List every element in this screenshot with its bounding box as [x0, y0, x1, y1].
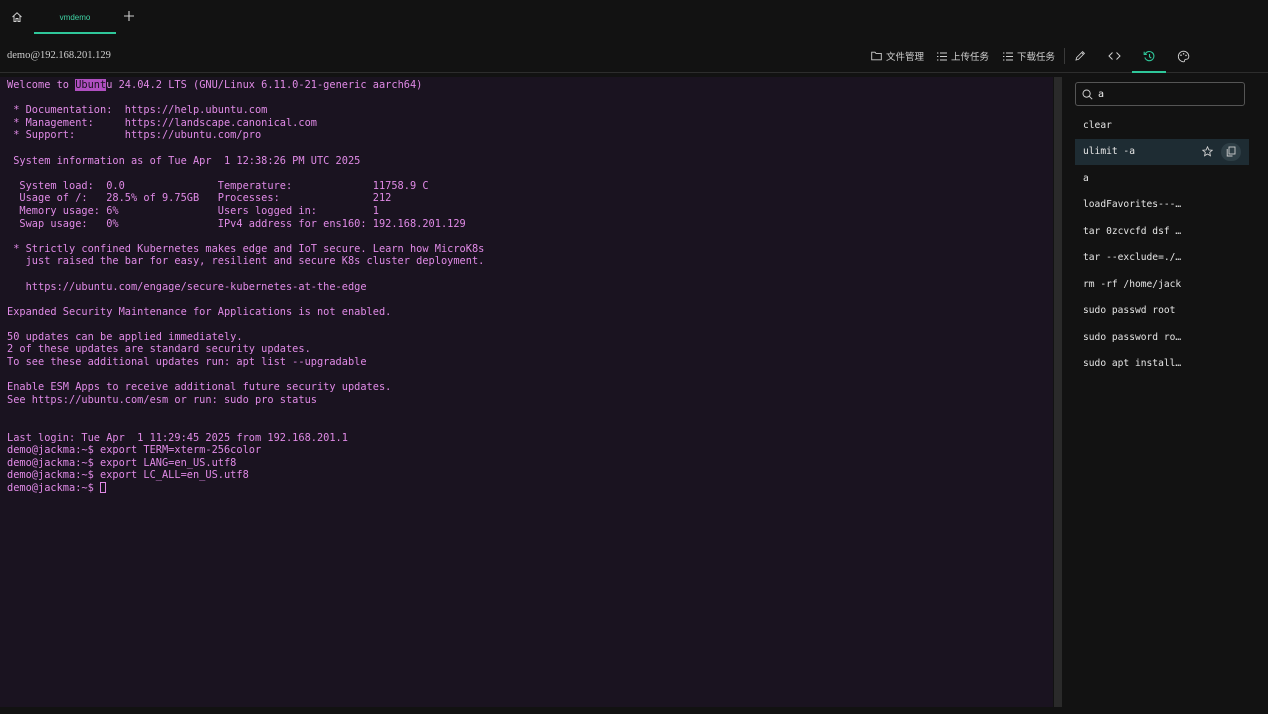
history-icon[interactable] [1140, 47, 1158, 65]
history-item-label: loadFavorites---… [1083, 199, 1182, 211]
terminal-line: Enable ESM Apps to receive additional fu… [7, 381, 392, 394]
tab-label: vmdemo [59, 12, 91, 22]
terminal-line: * Support: https://ubuntu.com/pro [7, 129, 262, 142]
terminal-line: To see these additional updates run: apt… [7, 356, 367, 369]
file-manager-button[interactable]: 文件管理 [871, 49, 924, 63]
terminal-text: u 24.04.2 LTS (GNU/Linux 6.11.0-21-gener… [106, 79, 423, 91]
upload-tasks-button[interactable]: 上传任务 [937, 49, 989, 63]
terminal-line: https://ubuntu.com/engage/secure-kuberne… [7, 280, 367, 293]
terminal-output: Welcome to Ubuntu 24.04.2 LTS (GNU/Linux… [7, 79, 484, 495]
terminal-cursor [100, 482, 106, 493]
list-icon [937, 52, 947, 60]
history-search [1075, 82, 1245, 106]
download-tasks-button[interactable]: 下载任务 [1003, 49, 1055, 63]
history-item[interactable]: tar 0zcvcfd dsf … [1075, 218, 1249, 245]
code-icon[interactable] [1105, 47, 1123, 65]
search-icon [1076, 89, 1098, 100]
toolbar: demo@192.168.201.129 文件管理 上传任务 下载任务 [0, 36, 1268, 73]
palette-icon[interactable] [1174, 47, 1192, 65]
terminal-line: 2 of these updates are standard security… [7, 343, 311, 356]
terminal-line: * Strictly confined Kubernetes makes edg… [7, 242, 485, 255]
history-item[interactable]: a [1075, 165, 1249, 192]
star-icon[interactable] [1197, 143, 1217, 161]
history-item[interactable]: clear [1075, 112, 1249, 139]
terminal-line: * Documentation: https://help.ubuntu.com [7, 104, 268, 117]
history-item[interactable]: sudo apt install… [1075, 351, 1249, 378]
terminal-line: Memory usage: 6% Users logged in: 1 [7, 204, 379, 217]
terminal-line: demo@jackma:~$ export LC_ALL=en_US.utf8 [7, 469, 249, 482]
command-history-panel: clear ulimit -a a loadFavorites---… tar 0zcv… [1064, 74, 1268, 714]
terminal[interactable]: Welcome to Ubuntu 24.04.2 LTS (GNU/Linux… [0, 77, 1053, 707]
list-icon [1003, 52, 1013, 60]
history-list: clear ulimit -a a loadFavorites---… tar 0zcv… [1075, 112, 1249, 377]
terminal-line: See https://ubuntu.com/esm or run: sudo … [7, 393, 317, 406]
history-item-label: sudo password ro… [1083, 331, 1182, 343]
history-item-label: ulimit -a [1083, 146, 1135, 158]
tab-vmdemo[interactable]: vmdemo [34, 0, 116, 34]
add-tab-icon[interactable] [121, 8, 137, 24]
terminal-line: demo@jackma:~$ export LANG=en_US.utf8 [7, 456, 237, 469]
history-search-input[interactable] [1098, 88, 1238, 100]
home-icon[interactable] [8, 8, 26, 26]
history-item-label: a [1083, 172, 1089, 184]
tab-bar: vmdemo [0, 0, 1268, 34]
history-item-label: clear [1083, 119, 1112, 131]
terminal-line: demo@jackma:~$ export TERM=xterm-256colo… [7, 444, 262, 457]
terminal-line: Expanded Security Maintenance for Applic… [7, 305, 392, 318]
terminal-line: Last login: Tue Apr 1 11:29:45 2025 from… [7, 431, 348, 444]
history-item-label: tar --exclude=./… [1083, 252, 1182, 264]
terminal-line: demo@jackma:~$ [7, 482, 484, 495]
download-tasks-label: 下载任务 [1017, 52, 1056, 63]
upload-tasks-label: 上传任务 [951, 52, 990, 63]
history-item-label: rm -rf /home/jack [1083, 278, 1182, 290]
history-item[interactable]: ulimit -a [1075, 138, 1249, 165]
terminal-line: Swap usage: 0% IPv4 address for ens160: … [7, 217, 466, 230]
terminal-line: Welcome to Ubuntu 24.04.2 LTS (GNU/Linux… [7, 79, 484, 92]
history-item[interactable]: sudo passwd root [1075, 298, 1249, 325]
terminal-line: 50 updates can be applied immediately. [7, 330, 243, 343]
selected-text: Ubunt [75, 79, 107, 91]
terminal-line: System information as of Tue Apr 1 12:38… [7, 154, 361, 167]
folder-icon [871, 51, 882, 61]
terminal-scrollbar[interactable] [1054, 77, 1062, 707]
host-label: demo@192.168.201.129 [7, 50, 111, 61]
active-panel-indicator [1132, 71, 1166, 73]
history-item-label: sudo passwd root [1083, 305, 1176, 317]
terminal-line: System load: 0.0 Temperature: 11758.9 C [7, 179, 429, 192]
history-item-label: tar 0zcvcfd dsf … [1083, 225, 1182, 237]
terminal-line: * Management: https://landscape.canonica… [7, 116, 317, 129]
terminal-line: Usage of /: 28.5% of 9.75GB Processes: 2… [7, 192, 392, 205]
file-manager-label: 文件管理 [886, 52, 925, 63]
history-item[interactable]: loadFavorites---… [1075, 192, 1249, 219]
history-item[interactable]: tar --exclude=./… [1075, 245, 1249, 272]
copy-icon[interactable] [1221, 142, 1241, 161]
terminal-text: Welcome to [7, 79, 76, 91]
history-item-label: sudo apt install… [1083, 358, 1182, 370]
pencil-icon[interactable] [1071, 47, 1089, 65]
terminal-line: just raised the bar for easy, resilient … [7, 255, 485, 268]
history-item[interactable]: sudo password ro… [1075, 324, 1249, 351]
history-item-actions [1197, 142, 1241, 161]
toolbar-divider [1064, 48, 1065, 64]
history-item[interactable]: rm -rf /home/jack [1075, 271, 1249, 298]
